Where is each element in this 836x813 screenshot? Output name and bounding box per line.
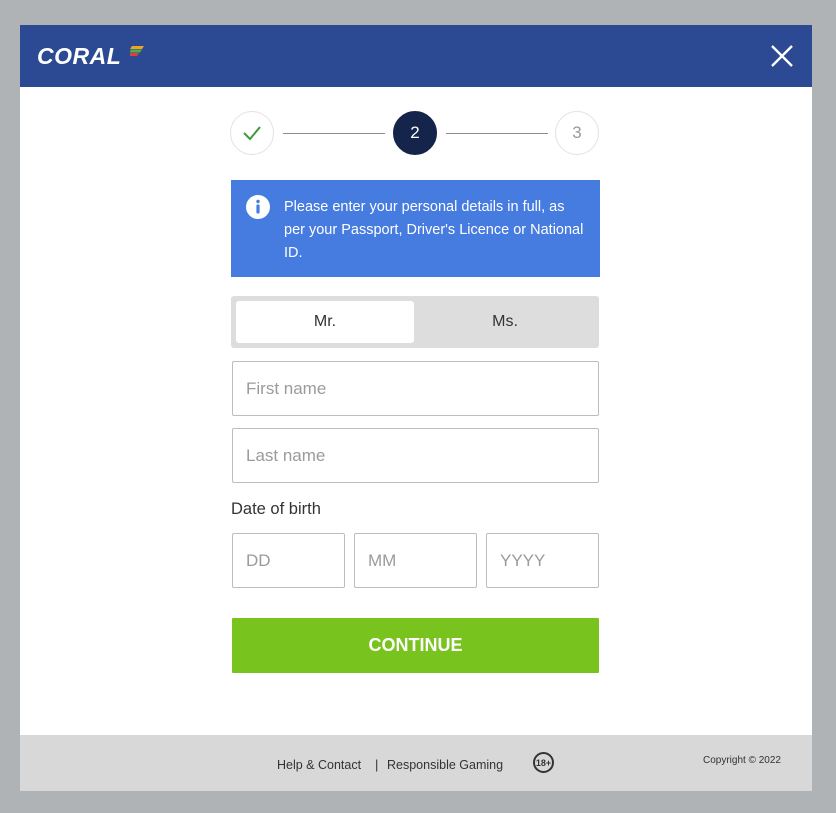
age-restriction-badge: 18+ [533,752,554,773]
step-1-complete [230,111,274,155]
responsible-gaming-link[interactable]: Responsible Gaming [387,758,503,772]
modal-header: CORAL [20,25,812,87]
info-message: Please enter your personal details in fu… [284,199,584,261]
info-banner: Please enter your personal details in fu… [231,180,600,277]
step-2-active: 2 [393,111,437,155]
title-mr-option[interactable]: Mr. [236,301,414,343]
registration-modal: CORAL 2 3 Please enter your personal det… [20,25,812,791]
logo-flag-icon [130,46,144,56]
copyright-text: Copyright © 2022 [703,755,781,766]
close-icon[interactable] [769,43,795,69]
help-contact-link[interactable]: Help & Contact [277,758,361,772]
step-3: 3 [555,111,599,155]
progress-stepper: 2 3 [230,111,600,157]
step-connector [446,133,548,134]
coral-logo: CORAL [37,43,122,69]
continue-button[interactable]: CONTINUE [232,618,599,673]
footer-separator: | [375,757,379,772]
step-connector [283,133,385,134]
title-ms-option[interactable]: Ms. [416,301,594,343]
first-name-input[interactable] [232,361,599,416]
modal-footer: Help & Contact | Responsible Gaming 18+ … [20,735,812,791]
dob-year-input[interactable] [486,533,599,588]
last-name-input[interactable] [232,428,599,483]
dob-day-input[interactable] [232,533,345,588]
dob-month-input[interactable] [354,533,477,588]
info-icon [246,195,270,219]
check-icon [243,126,261,141]
title-selector: Mr. Ms. [231,296,599,348]
dob-label: Date of birth [231,500,321,518]
